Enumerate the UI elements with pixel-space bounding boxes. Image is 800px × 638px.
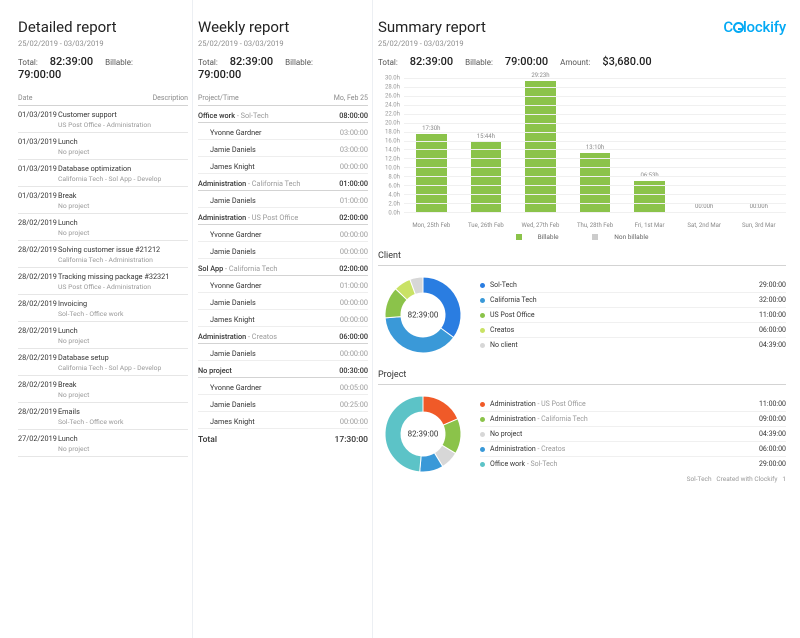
list-item: No client04:39:00 — [480, 338, 786, 352]
list-item: Administration - California Tech09:00:00 — [480, 412, 786, 427]
client-section-title: Client — [378, 251, 786, 266]
table-row: 01/03/2019BreakNo project — [18, 187, 188, 214]
list-item: Creatos06:00:00 — [480, 323, 786, 338]
weekly-user-row: Jamie Daniels00:00:00 — [198, 242, 368, 259]
table-row: 01/03/2019Database optimizationCaliforni… — [18, 160, 188, 187]
clockify-logo: Clockify — [723, 18, 786, 36]
weekly-report-panel: Weekly report 25/02/2019 - 03/03/2019 To… — [198, 18, 368, 479]
weekly-table-header: Project/TimeMo, Feb 25 — [198, 91, 368, 106]
weekly-group-header: Administration - Creatos06:00:00 — [198, 327, 368, 344]
weekly-user-row: Yvonne Gardner03:00:00 — [198, 123, 368, 140]
project-list: Administration - US Post Office11:00:00A… — [480, 397, 786, 471]
weekly-user-row: James Knight00:00:00 — [198, 412, 368, 429]
detailed-title: Detailed report — [18, 18, 188, 36]
weekly-group-header: No project00:30:00 — [198, 361, 368, 378]
weekly-group-header: Sol App - California Tech02:00:00 — [198, 259, 368, 276]
list-item: Administration - Creatos06:00:00 — [480, 442, 786, 457]
list-item: Sol-Tech29:00:00 — [480, 278, 786, 293]
weekly-title: Weekly report — [198, 18, 368, 36]
table-row: 28/02/2019Database setupCalifornia Tech … — [18, 349, 188, 376]
summary-report-panel: Clockify Summary report 25/02/2019 - 03/… — [378, 18, 786, 479]
weekly-user-row: James Knight00:00:00 — [198, 157, 368, 174]
weekly-user-row: Yvonne Gardner01:00:00 — [198, 276, 368, 293]
summary-range: 25/02/2019 - 03/03/2019 — [378, 39, 786, 48]
weekly-user-row: Jamie Daniels03:00:00 — [198, 140, 368, 157]
weekly-group-header: Administration - California Tech01:00:00 — [198, 174, 368, 191]
summary-bar-chart: 0.0h2.0h4.0h6.0h8.0h10.0h12.0h14.0h16.0h… — [378, 78, 786, 233]
table-row: 28/02/2019LunchNo project — [18, 214, 188, 241]
weekly-user-row: Jamie Daniels00:00:00 — [198, 344, 368, 361]
list-item: No project04:39:00 — [480, 427, 786, 442]
weekly-totals: Total: 82:39:00 Billable: 79:00:00 — [198, 55, 368, 81]
list-item: Administration - US Post Office11:00:00 — [480, 397, 786, 412]
summary-totals: Total: 82:39:00 Billable: 79:00:00 Amoun… — [378, 55, 786, 68]
table-row: 28/02/2019Solving customer issue #21212C… — [18, 241, 188, 268]
list-item: California Tech32:00:00 — [480, 293, 786, 308]
weekly-total-row: Total17:30:00 — [198, 429, 368, 445]
list-item: US Post Office11:00:00 — [480, 308, 786, 323]
page-footer: Sol-Tech Created with Clockify 1 — [687, 475, 786, 483]
weekly-user-row: Jamie Daniels01:00:00 — [198, 191, 368, 208]
table-row: 28/02/2019BreakNo project — [18, 376, 188, 403]
chart-legend: Billable Non billable — [378, 233, 786, 241]
project-section-title: Project — [378, 370, 786, 385]
weekly-user-row: Jamie Daniels00:00:00 — [198, 293, 368, 310]
weekly-group-header: Administration - US Post Office02:00:00 — [198, 208, 368, 225]
weekly-group-header: Office work - Sol-Tech08:00:00 — [198, 106, 368, 123]
weekly-user-row: Yvonne Gardner00:00:00 — [198, 225, 368, 242]
table-row: 01/03/2019LunchNo project — [18, 133, 188, 160]
detailed-range: 25/02/2019 - 03/03/2019 — [18, 39, 188, 48]
weekly-user-row: Yvonne Gardner00:05:00 — [198, 378, 368, 395]
weekly-range: 25/02/2019 - 03/03/2019 — [198, 39, 368, 48]
client-donut-chart: 82:39:00 — [378, 270, 468, 360]
detailed-table-header: DateDescription — [18, 91, 188, 106]
detailed-report-panel: Detailed report 25/02/2019 - 03/03/2019 … — [18, 18, 188, 479]
table-row: 28/02/2019Tracking missing package #3232… — [18, 268, 188, 295]
detailed-totals: Total: 82:39:00 Billable: 79:00:00 — [18, 55, 188, 81]
table-row: 28/02/2019EmailsSol-Tech - Office work — [18, 403, 188, 430]
weekly-user-row: Jamie Daniels00:25:00 — [198, 395, 368, 412]
table-row: 01/03/2019Customer supportUS Post Office… — [18, 106, 188, 133]
client-list: Sol-Tech29:00:00California Tech32:00:00U… — [480, 278, 786, 352]
project-donut-chart: 82:39:00 — [378, 389, 468, 479]
list-item: Office work - Sol-Tech29:00:00 — [480, 457, 786, 471]
table-row: 28/02/2019InvoicingSol-Tech - Office wor… — [18, 295, 188, 322]
table-row: 27/02/2019LunchNo project — [18, 430, 188, 457]
table-row: 28/02/2019LunchNo project — [18, 322, 188, 349]
weekly-user-row: James Knight00:00:00 — [198, 310, 368, 327]
